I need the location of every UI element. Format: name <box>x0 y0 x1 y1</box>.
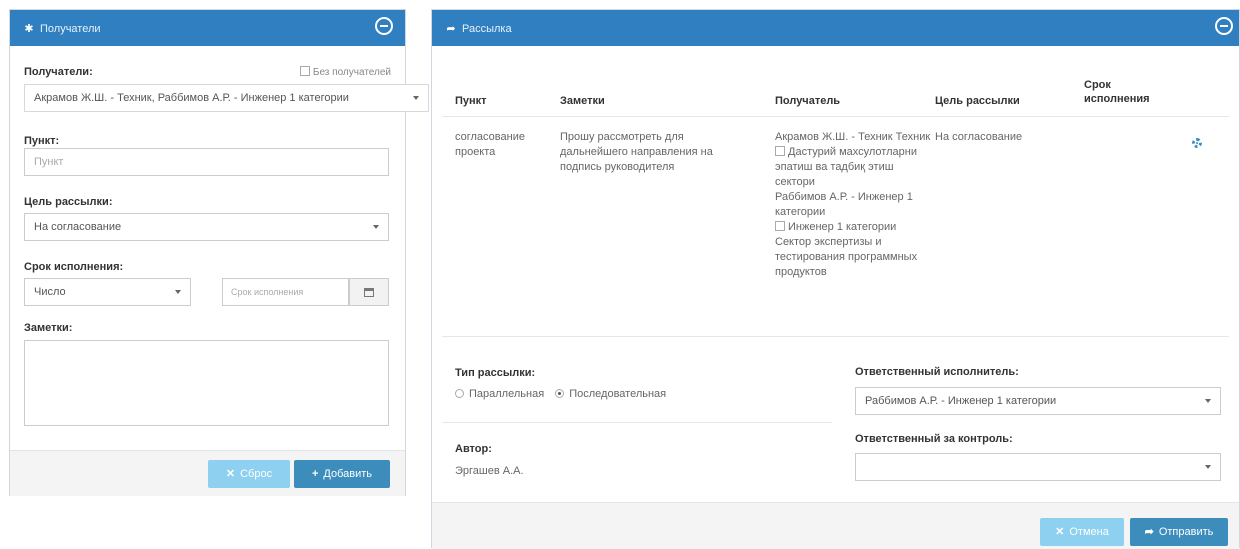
table-header-divider <box>442 116 1229 117</box>
point-label: Пункт: <box>24 135 60 147</box>
send-button[interactable]: ➦ Отправить <box>1130 518 1228 546</box>
recipient-1-dept: Дастурий махсулотларни эпатиш ва тадбиқ … <box>775 146 917 188</box>
recipients-select[interactable]: Акрамов Ж.Ш. - Техник, Раббимов А.Р. - И… <box>24 84 429 112</box>
checkbox-icon[interactable] <box>775 221 785 231</box>
author-label: Автор: <box>455 443 492 455</box>
chevron-down-icon <box>413 96 419 100</box>
collapse-icon[interactable] <box>1215 17 1233 35</box>
close-icon: ✕ <box>225 468 236 480</box>
notes-label: Заметки: <box>24 322 73 334</box>
row-recipient: Акрамов Ж.Ш. - Техник Техник Дастурий ма… <box>775 130 935 280</box>
recipients-label: Получатели: <box>24 66 93 78</box>
responsible-label: Ответственный исполнитель: <box>855 366 1019 378</box>
row-point: согласование проекта <box>455 131 525 158</box>
close-icon: ✕ <box>1055 526 1065 538</box>
calendar-icon <box>364 288 374 297</box>
no-recipients-checkbox[interactable]: Без получателей <box>299 66 391 78</box>
column-header-notes: Заметки <box>560 95 605 107</box>
chevron-down-icon <box>1205 399 1211 403</box>
radio-icon[interactable] <box>455 389 464 398</box>
recipients-panel-title: Получатели <box>40 23 101 35</box>
cancel-button[interactable]: ✕ Отмена <box>1040 518 1124 546</box>
row-purpose: На согласование <box>935 131 1023 143</box>
column-header-deadline: Срок исполнения <box>1084 79 1150 105</box>
radio-selected-icon[interactable] <box>555 389 565 398</box>
recipient-2: Раббимов А.Р. - Инженер 1 категории <box>775 191 913 218</box>
chevron-down-icon <box>175 290 181 294</box>
recipient-1: Акрамов Ж.Ш. - Техник Техник <box>775 131 931 143</box>
share-icon: ➦ <box>446 23 456 35</box>
author-value: Эргашев А.А. <box>455 465 524 477</box>
dispatch-panel-footer: ✕ Отмена ➦ Отправить <box>432 502 1239 549</box>
calendar-button[interactable] <box>349 278 389 306</box>
collapse-icon[interactable] <box>375 17 393 35</box>
chevron-down-icon <box>373 225 379 229</box>
recipient-2-dept: Инженер 1 категории Сектор экспертизы и … <box>775 221 918 278</box>
point-input[interactable]: Пункт <box>24 148 389 176</box>
responsible-select[interactable]: Раббимов А.Р. - Инженер 1 категории <box>855 387 1221 415</box>
recipients-panel: ✱ Получатели Получатели: Без получателей … <box>9 9 429 496</box>
dispatch-type-divider <box>442 422 832 423</box>
deadline-input[interactable]: Срок исполнения <box>222 278 349 306</box>
control-label: Ответственный за контроль: <box>855 433 1013 445</box>
checkbox-icon[interactable] <box>299 66 310 76</box>
column-header-point: Пункт <box>455 95 487 107</box>
dispatch-type-label: Тип рассылки: <box>455 367 536 379</box>
row-notes: Прошу рассмотреть для дальнейшего направ… <box>560 131 713 173</box>
purpose-label: Цель рассылки: <box>24 196 113 208</box>
deadline-type-select[interactable]: Число <box>24 278 191 306</box>
reset-button[interactable]: ✕ Сброс <box>208 460 290 488</box>
control-select[interactable] <box>855 453 1221 481</box>
chevron-down-icon <box>1205 465 1211 469</box>
column-header-purpose: Цель рассылки <box>935 95 1020 107</box>
checkbox-icon[interactable] <box>775 146 785 156</box>
dispatch-panel-header: ➦ Рассылка <box>432 10 1239 46</box>
dispatch-panel-title: Рассылка <box>462 23 512 35</box>
recipients-panel-footer: ✕ Сброс + Добавить <box>10 450 405 496</box>
share-icon: ➦ <box>1144 526 1154 538</box>
radio-sequential[interactable]: Последовательная <box>555 388 666 400</box>
dispatch-panel: ➦ Рассылка Пункт Заметки Получатель Цель … <box>431 9 1240 549</box>
deadline-label: Срок исполнения: <box>24 261 124 273</box>
dispatch-type-radios: Параллельная Последовательная <box>455 388 666 400</box>
row-settings-gear-icon[interactable] <box>1192 138 1202 148</box>
notes-textarea[interactable] <box>24 340 389 426</box>
recipients-panel-header: ✱ Получатели <box>10 10 405 46</box>
radio-parallel[interactable]: Параллельная <box>455 388 544 400</box>
column-header-recipient: Получатель <box>775 95 841 107</box>
gear-icon: ✱ <box>24 23 34 35</box>
plus-icon: + <box>311 468 319 480</box>
table-row-divider <box>442 336 1229 337</box>
purpose-select[interactable]: На согласование <box>24 213 389 241</box>
add-button[interactable]: + Добавить <box>294 460 390 488</box>
